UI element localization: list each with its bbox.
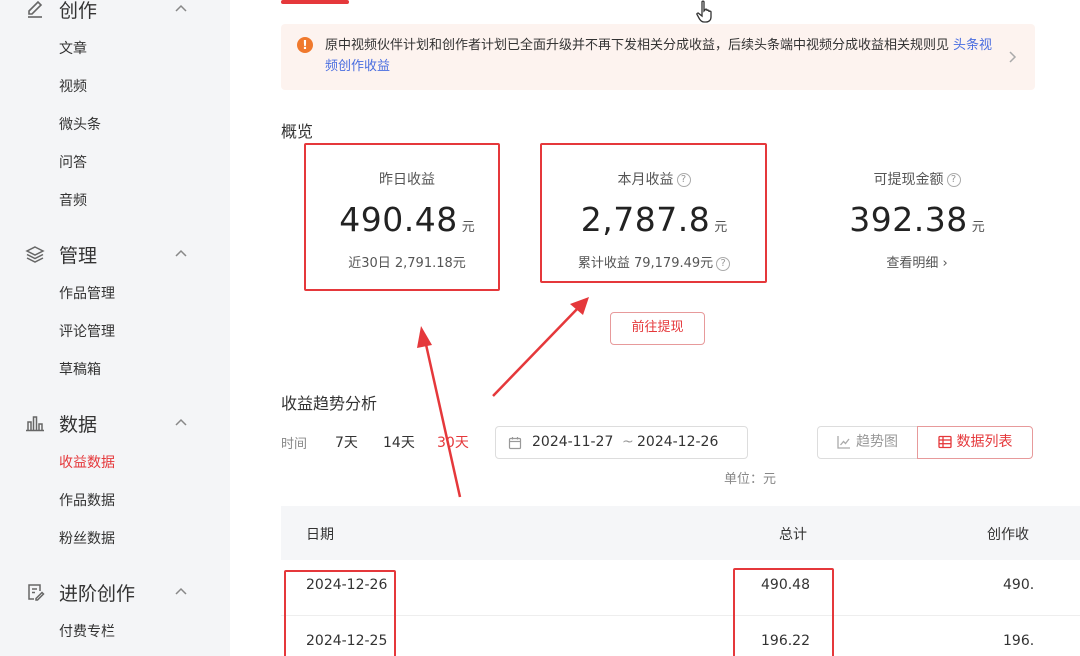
annotation-arrows: [417, 297, 589, 498]
arrow-to-month: [492, 297, 589, 397]
arrow-to-yesterday: [417, 326, 462, 498]
